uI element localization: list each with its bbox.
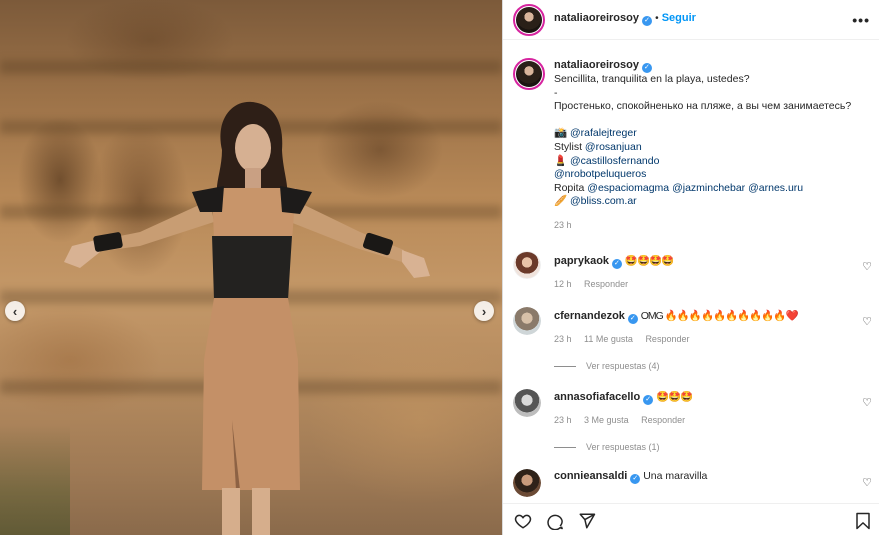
comment-item: annasofiafacello ✓ 🤩🤩🤩 23 h 3 Me gusta R… (503, 389, 879, 462)
caption-username[interactable]: nataliaoreirosoy (554, 59, 639, 71)
view-replies-label: Ver respuestas (4) (586, 361, 660, 371)
mention-link[interactable]: @jazminchebar (672, 182, 745, 194)
mention-link[interactable]: @rosanjuan (585, 141, 642, 153)
comment-time: 23 h (554, 334, 572, 344)
credit-prefix: Ropita (554, 181, 588, 194)
woman-figure (64, 101, 430, 535)
bookmark-icon[interactable] (853, 511, 873, 531)
verified-icon: ✓ (642, 16, 653, 26)
comment-username[interactable]: paprykaok (554, 255, 609, 267)
comment-likes[interactable]: 3 Me gusta (584, 415, 629, 425)
mention-link[interactable]: @rafalejtreger (570, 127, 637, 139)
post-panel: nataliaoreirosoy ✓ • Seguir ••• nataliao… (502, 0, 879, 535)
baguette-emoji: 🥖 (554, 195, 570, 208)
caption-line: Sencillita, tranquilita en la playa, ust… (554, 73, 750, 85)
post-header: nataliaoreirosoy ✓ • Seguir ••• (503, 0, 879, 40)
reply-button[interactable]: Responder (584, 279, 628, 289)
header-username[interactable]: nataliaoreirosoy (554, 12, 639, 24)
camera-emoji: 📸 (554, 127, 570, 140)
comment-item: cfernandezok ✓ OMG 🔥🔥🔥🔥🔥🔥🔥🔥🔥🔥❤️ 23 h 11 … (503, 307, 879, 381)
caption-avatar[interactable] (513, 58, 545, 90)
avatar[interactable] (513, 307, 541, 335)
caption: nataliaoreirosoy ✓ Sencillita, tranquili… (554, 59, 872, 233)
comment-text: Una maravilla (643, 470, 708, 482)
reply-button[interactable]: Responder (645, 334, 689, 344)
caption-line: - (554, 86, 558, 99)
mention-link[interactable]: @espaciomagma (587, 182, 669, 194)
mention-link[interactable]: @bliss.com.ar (570, 195, 637, 207)
comment-text: 🤩🤩🤩🤩 (624, 255, 674, 267)
comment-time: 23 h (554, 415, 572, 425)
avatar[interactable] (513, 251, 541, 279)
verified-icon: ✓ (643, 395, 654, 405)
share-icon[interactable] (577, 511, 597, 531)
comment-icon[interactable] (545, 511, 565, 531)
reply-button[interactable]: Responder (641, 415, 685, 425)
view-replies-label: Ver respuestas (1) (586, 442, 660, 452)
heart-icon[interactable]: ♡ (862, 476, 872, 489)
comment-text: 🤩🤩🤩 (656, 391, 693, 403)
comment-time: 12 h (554, 279, 572, 289)
comment-item: paprykaok ✓ 🤩🤩🤩🤩 12 h Responder ♡ (503, 251, 879, 304)
comment-likes[interactable]: 11 Me gusta (584, 334, 633, 344)
action-bar (503, 503, 879, 535)
view-replies-button[interactable]: Ver respuestas (4) (554, 361, 660, 371)
verified-icon: ✓ (630, 474, 641, 484)
avatar[interactable] (513, 469, 541, 497)
avatar[interactable] (513, 4, 545, 36)
verified-icon: ✓ (641, 63, 652, 73)
heart-icon[interactable] (513, 511, 533, 531)
chevron-right-icon[interactable]: › (474, 301, 494, 321)
credit-prefix: Stylist (554, 140, 585, 153)
comment-username[interactable]: annasofiafacello (554, 391, 640, 403)
mention-link[interactable]: @castillosfernando (570, 155, 659, 167)
heart-icon[interactable]: ♡ (862, 315, 872, 328)
comment-username[interactable]: connieansaldi (554, 470, 627, 482)
mention-link[interactable]: @nrobotpeluqueros (554, 168, 646, 180)
heart-icon[interactable]: ♡ (862, 260, 872, 273)
caption-line: Простенько, спокойненько на пляже, а вы … (554, 100, 852, 113)
view-replies-button[interactable]: Ver respuestas (1) (554, 442, 660, 452)
follow-button[interactable]: Seguir (662, 12, 696, 24)
verified-icon: ✓ (627, 314, 638, 324)
heart-icon[interactable]: ♡ (862, 396, 872, 409)
separator-dot: • (655, 13, 659, 24)
mention-link[interactable]: @arnes.uru (748, 182, 803, 194)
post-photo[interactable]: ‹ › (0, 0, 502, 535)
avatar[interactable] (513, 389, 541, 417)
comment-text: OMG 🔥🔥🔥🔥🔥🔥🔥🔥🔥🔥❤️ (640, 310, 799, 322)
chevron-left-icon[interactable]: ‹ (5, 301, 25, 321)
comment-item: connieansaldi ✓ Una maravilla ♡ (503, 469, 879, 500)
verified-icon: ✓ (611, 259, 622, 269)
caption-timestamp: 23 h (554, 219, 572, 230)
lipstick-emoji: 💄 (554, 154, 570, 167)
comment-username[interactable]: cfernandezok (554, 310, 625, 322)
more-options-icon[interactable]: ••• (852, 12, 870, 28)
